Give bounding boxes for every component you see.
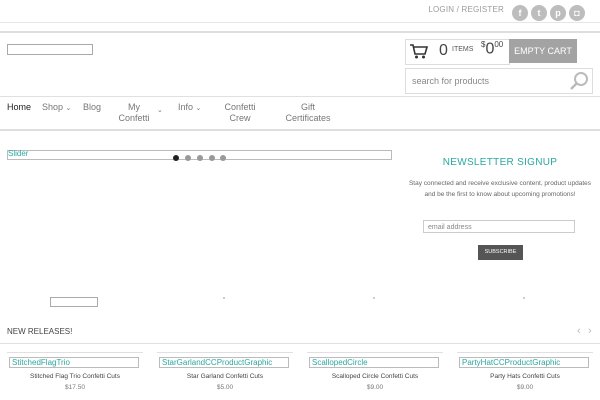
cart-total: $000 <box>481 40 503 58</box>
empty-cart-button[interactable]: EMPTY CART <box>509 39 577 63</box>
product-price: $9.00 <box>366 384 384 391</box>
chevron-down-icon: ⌄ <box>195 105 202 112</box>
new-releases-title: NEW RELEASES! <box>7 327 73 336</box>
nav-info-label: Info <box>178 102 194 112</box>
nav-blog[interactable]: Blog <box>83 102 101 113</box>
product-price: $17.50 <box>65 384 85 391</box>
product-name[interactable]: Star Garland Confetti Cuts <box>157 373 293 380</box>
slider-dot[interactable] <box>220 155 226 161</box>
nav-divider-top <box>0 96 600 97</box>
chevron-down-icon[interactable]: ⌄ <box>157 106 163 114</box>
cart-item-count: 0 <box>439 42 448 59</box>
pinterest-icon[interactable]: p <box>550 5 566 21</box>
search-icon[interactable] <box>569 71 589 91</box>
nav-shop[interactable]: Shop ⌄ <box>42 102 71 114</box>
chevron-down-icon: ⌄ <box>65 105 72 112</box>
newsletter-email-input[interactable]: email address <box>423 220 575 233</box>
product-price: $9.00 <box>516 384 534 391</box>
product-name[interactable]: Stitched Flag Trio Confetti Cuts <box>7 373 143 380</box>
newsletter-title: NEWSLETTER SIGNUP <box>442 157 558 168</box>
newsletter-description: Stay connected and receive exclusive con… <box>408 180 592 198</box>
facebook-icon[interactable]: f <box>512 5 528 21</box>
slider-thumbnail[interactable] <box>50 297 98 307</box>
product-price: $5.00 <box>216 384 234 391</box>
placeholder-dot <box>373 297 375 299</box>
slider-label: Slider <box>8 149 29 158</box>
nav-shop-label: Shop <box>42 102 64 112</box>
header-divider <box>0 31 600 33</box>
nav-confetti-crew[interactable]: Confetti Crew <box>220 102 260 124</box>
chevron-right-icon[interactable]: › <box>588 325 592 337</box>
top-divider <box>0 22 600 23</box>
subscribe-button[interactable]: SUBSCRIBE <box>478 245 523 260</box>
search-placeholder: search for products <box>412 76 490 86</box>
instagram-icon[interactable]: ◘ <box>569 5 585 21</box>
login-register-link[interactable]: LOGIN / REGISTER <box>428 5 504 14</box>
product-image[interactable]: ScallopedCircle <box>309 357 439 368</box>
shopping-cart-icon[interactable] <box>409 42 429 60</box>
product-name[interactable]: Scalloped Circle Confetti Cuts <box>307 373 443 380</box>
product-image[interactable]: StarGarlandCCProductGraphic <box>159 357 289 368</box>
product-image[interactable]: StitchedFlagTrio <box>9 357 139 368</box>
nav-my-confetti[interactable]: My Confetti <box>116 102 152 124</box>
nav-gift-certificates[interactable]: Gift Certificates <box>283 102 333 124</box>
cart-cents: 00 <box>494 40 504 49</box>
twitter-icon[interactable]: t <box>531 5 547 21</box>
chevron-left-icon[interactable]: ‹ <box>577 325 581 337</box>
slider-dot[interactable] <box>209 155 215 161</box>
site-logo[interactable] <box>7 44 93 55</box>
placeholder-dot <box>223 297 225 299</box>
nav-home[interactable]: Home <box>7 102 31 113</box>
slider-dot[interactable] <box>197 155 203 161</box>
nav-info[interactable]: Info ⌄ <box>178 102 201 114</box>
product-name[interactable]: Party Hats Confetti Cuts <box>457 373 593 380</box>
product-image[interactable]: PartyHatCCProductGraphic <box>459 357 589 368</box>
nav-divider-bottom <box>0 129 600 131</box>
placeholder-dot <box>523 297 525 299</box>
cart-items-label: ITEMS <box>452 46 474 53</box>
slider-dot[interactable] <box>185 155 191 161</box>
slider-dot[interactable] <box>173 155 179 161</box>
new-releases-divider <box>0 343 600 344</box>
